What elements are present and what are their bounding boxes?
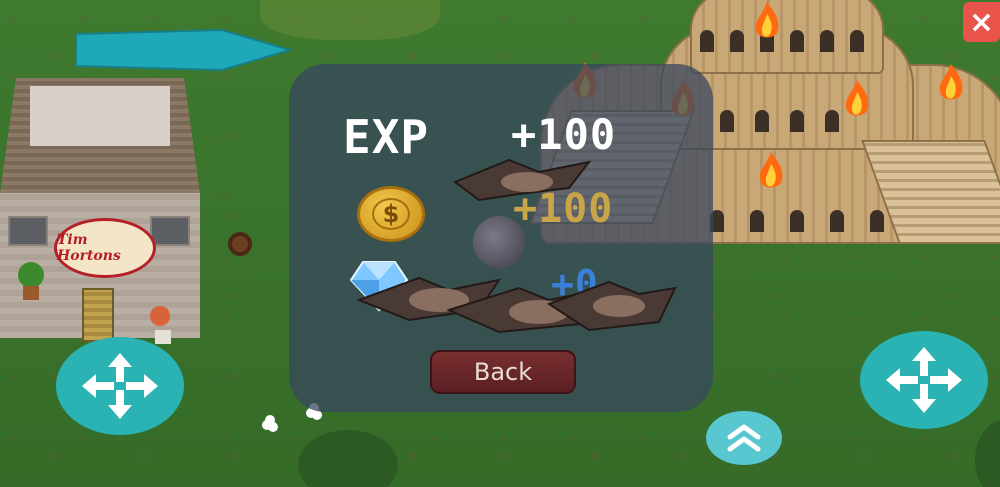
sign-text: Tim Hortons — [57, 232, 121, 264]
roof-top — [30, 86, 170, 146]
bush — [975, 420, 1000, 487]
goose-sprite — [452, 158, 592, 202]
building-window — [8, 216, 48, 246]
double-chevron-up-icon — [727, 424, 761, 452]
move-arrows-icon — [82, 353, 158, 419]
building-door — [82, 288, 114, 342]
fire-icon — [752, 0, 782, 42]
close-button[interactable]: × — [963, 2, 1000, 42]
fire-icon — [842, 78, 872, 120]
navigation-arrow-icon — [72, 26, 294, 74]
fire-icon — [936, 62, 966, 104]
close-icon: × — [968, 4, 995, 40]
move-arrows-icon — [886, 347, 962, 413]
bush — [298, 430, 398, 487]
goose-flock — [356, 276, 677, 334]
right-dpad-button[interactable] — [860, 331, 988, 429]
potted-plant — [18, 262, 44, 302]
coin-icon: $ — [357, 186, 425, 242]
potted-plant — [150, 306, 176, 346]
rewards-panel: EXP +100 $ +100 +0 Back — [289, 64, 713, 412]
exp-label: EXP — [343, 110, 430, 164]
left-dpad-button[interactable] — [56, 337, 184, 435]
donut-icon[interactable] — [228, 232, 252, 256]
tim-hortons-sign: Tim Hortons — [54, 218, 156, 278]
fire-icon — [756, 150, 786, 192]
back-button[interactable]: Back — [430, 350, 576, 394]
building-window — [150, 216, 190, 246]
scroll-up-button[interactable] — [706, 411, 782, 465]
white-flower — [262, 420, 272, 430]
